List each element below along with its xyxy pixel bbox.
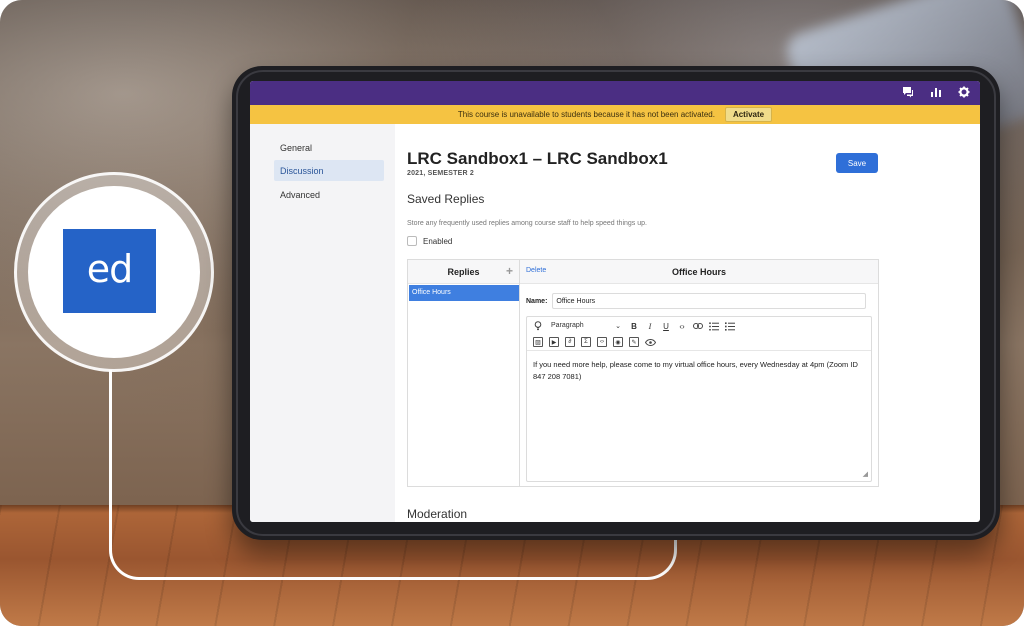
image-icon[interactable]: ▨ <box>533 337 543 347</box>
reply-body-text[interactable]: If you need more help, please come to my… <box>533 359 865 383</box>
paragraph-format-value: Paragraph <box>551 322 584 329</box>
replies-header-label: Replies <box>447 266 480 277</box>
replies-list: Replies + Office Hours <box>408 260 520 486</box>
sidebar-item-general[interactable]: General <box>274 137 384 158</box>
reply-editor: Delete Office Hours Name: Office Hours P… <box>520 260 878 486</box>
app-screen: This course is unavailable to students b… <box>250 81 980 522</box>
sidebar-item-advanced[interactable]: Advanced <box>274 184 384 205</box>
resize-grip-icon[interactable]: ◢ <box>863 470 868 478</box>
settings-main: LRC Sandbox1 – LRC Sandbox1 2021, SEMEST… <box>395 124 980 522</box>
enabled-label: Enabled <box>423 236 453 246</box>
editor-header: Delete Office Hours <box>520 260 878 284</box>
chevron-down-icon: ⌄ <box>615 323 621 330</box>
video-icon[interactable]: ▶ <box>549 337 559 347</box>
replies-list-header: Replies + <box>408 260 519 284</box>
paragraph-format-select[interactable]: Paragraph ⌄ <box>549 322 623 330</box>
moderation-heading: Moderation <box>407 507 468 521</box>
name-label: Name: <box>526 297 548 305</box>
link-icon[interactable] <box>693 320 703 332</box>
ed-logo: ed <box>63 229 156 313</box>
list-item[interactable]: Office Hours <box>409 285 519 301</box>
editor-toolbar: Paragraph ⌄ B I U ‹› ▨ ▶ ∂ Σ ‹› ◉ ✎ <box>527 317 871 351</box>
code-block-icon[interactable]: ‹› <box>597 337 607 347</box>
enabled-toggle-row: Enabled <box>407 236 452 246</box>
italic-icon[interactable]: I <box>645 320 655 332</box>
rich-text-editor: Paragraph ⌄ B I U ‹› ▨ ▶ ∂ Σ ‹› ◉ ✎ If y… <box>526 316 872 482</box>
underline-icon[interactable]: U <box>661 320 671 332</box>
name-input[interactable]: Office Hours <box>552 293 867 309</box>
gear-icon[interactable] <box>956 86 972 100</box>
preview-eye-icon[interactable] <box>645 336 656 348</box>
top-navbar <box>250 81 980 105</box>
page-title: LRC Sandbox1 – LRC Sandbox1 <box>407 149 668 168</box>
chat-icon[interactable] <box>900 86 916 100</box>
math-icon[interactable]: Σ <box>581 337 591 347</box>
stats-icon[interactable] <box>928 86 944 100</box>
saved-replies-heading: Saved Replies <box>407 192 485 206</box>
draw-icon[interactable]: ✎ <box>629 337 639 347</box>
bold-icon[interactable]: B <box>629 320 639 332</box>
sidebar-item-discussion[interactable]: Discussion <box>274 160 384 181</box>
course-term: 2021, SEMESTER 2 <box>407 170 475 177</box>
saved-replies-description: Store any frequently used replies among … <box>407 220 647 227</box>
settings-sidebar: General Discussion Advanced <box>250 124 395 522</box>
embed-icon[interactable]: ◉ <box>613 337 623 347</box>
add-reply-button[interactable]: + <box>506 265 513 277</box>
saved-replies-panel: Replies + Office Hours Delete Office Hou… <box>407 259 879 487</box>
toolbar-row-1: Paragraph ⌄ B I U ‹› <box>533 320 735 332</box>
lightbulb-icon[interactable] <box>533 320 543 332</box>
activate-button[interactable]: Activate <box>724 107 773 122</box>
enabled-checkbox[interactable] <box>407 236 417 246</box>
numbered-list-icon[interactable] <box>725 320 735 332</box>
name-row: Name: Office Hours <box>526 293 867 309</box>
save-button[interactable]: Save <box>836 153 878 173</box>
toolbar-row-2: ▨ ▶ ∂ Σ ‹› ◉ ✎ <box>533 336 656 348</box>
ed-logo-text: ed <box>86 247 133 291</box>
editor-title: Office Hours <box>671 267 726 277</box>
activation-banner: This course is unavailable to students b… <box>250 105 980 124</box>
attachment-icon[interactable]: ∂ <box>565 337 575 347</box>
banner-message: This course is unavailable to students b… <box>457 110 715 119</box>
code-icon[interactable]: ‹› <box>677 320 687 332</box>
bullet-list-icon[interactable] <box>709 320 719 332</box>
